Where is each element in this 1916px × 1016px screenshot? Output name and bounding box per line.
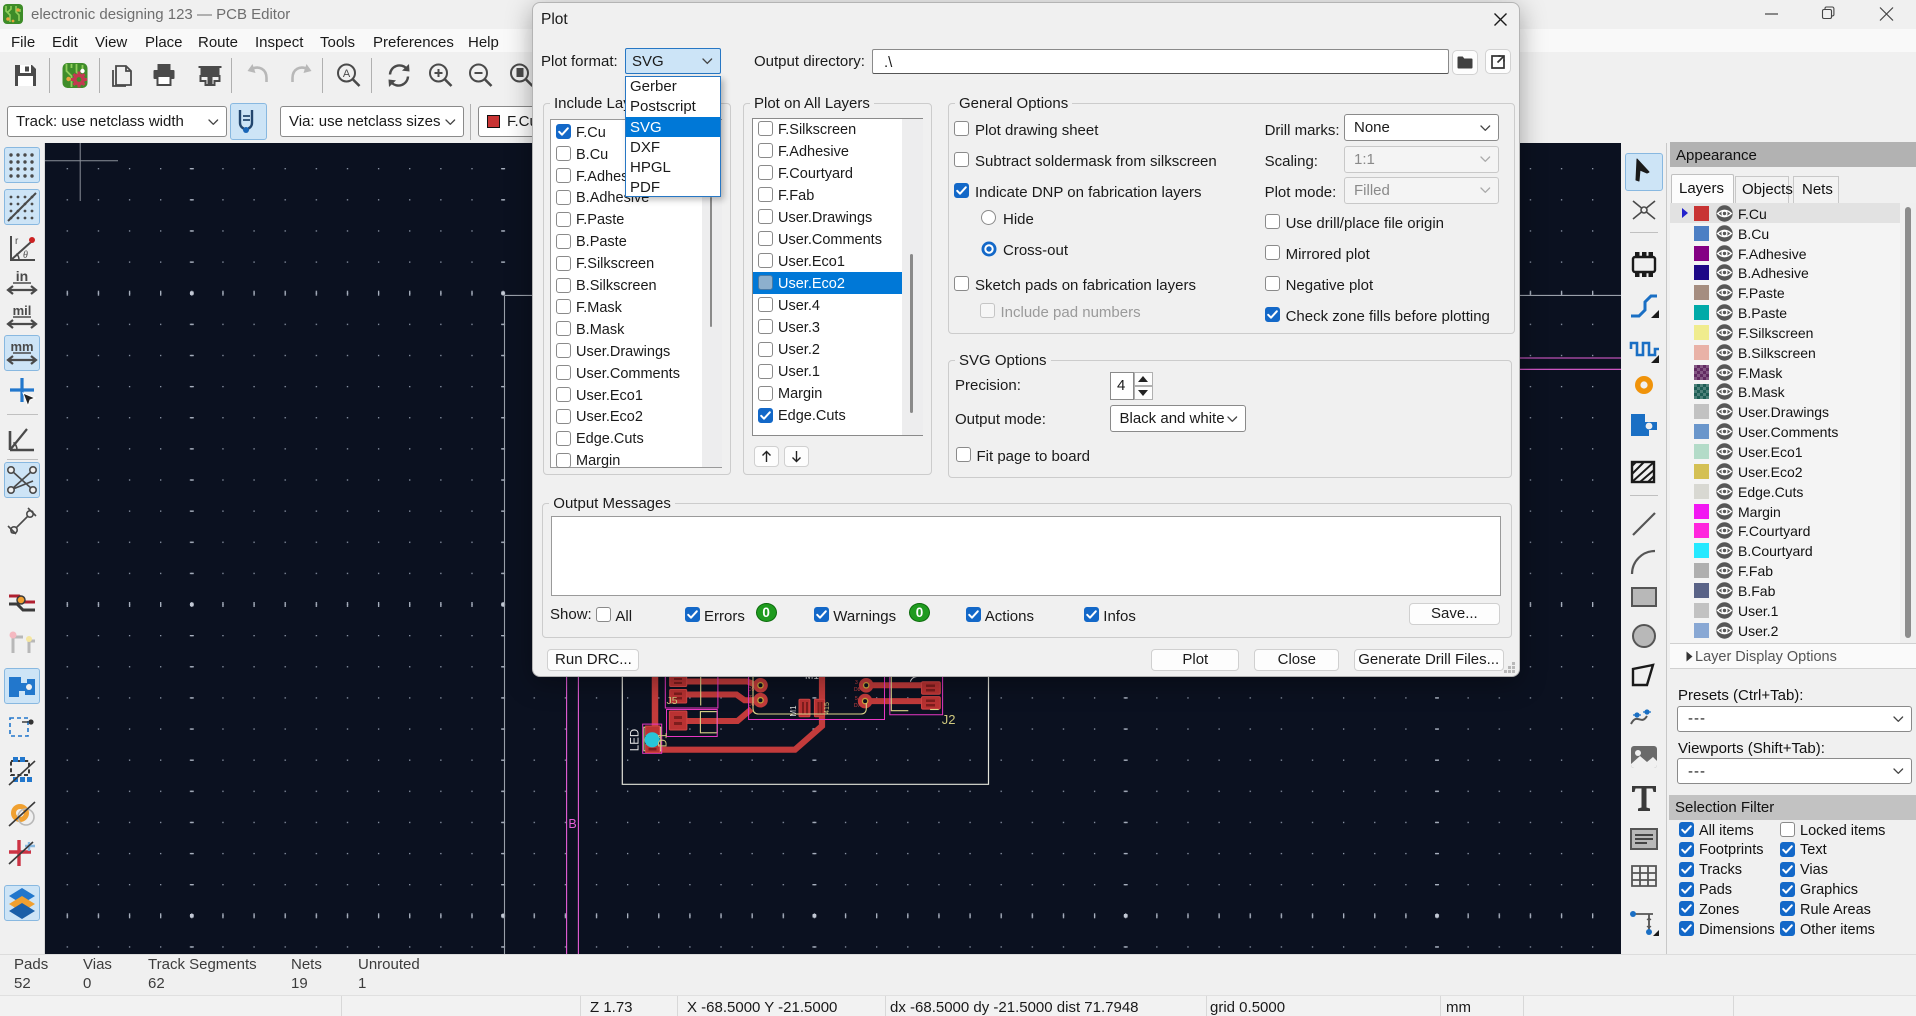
svg-text:B: B <box>568 817 576 831</box>
svg-text:r: r <box>15 236 19 247</box>
svg-text:415: 415 <box>824 702 831 714</box>
svg-text:5: 5 <box>749 680 752 686</box>
svg-text:5: 5 <box>855 696 858 702</box>
svg-text:mil: mil <box>13 303 32 318</box>
svg-text:D1: D1 <box>658 733 670 748</box>
svg-text:D7: D7 <box>854 703 861 709</box>
svg-text:J2: J2 <box>942 712 956 727</box>
svg-text:J5: J5 <box>666 695 677 707</box>
svg-text:D8: D8 <box>854 687 861 693</box>
svg-text:3: 3 <box>855 680 858 686</box>
svg-text:in: in <box>16 268 28 284</box>
svg-text:A: A <box>343 68 351 80</box>
svg-text:7: 7 <box>749 695 752 701</box>
svg-text:LED: LED <box>630 729 642 751</box>
svg-text:θ: θ <box>23 250 28 261</box>
svg-text:M1: M1 <box>789 705 798 717</box>
svg-text:mm: mm <box>10 339 33 354</box>
